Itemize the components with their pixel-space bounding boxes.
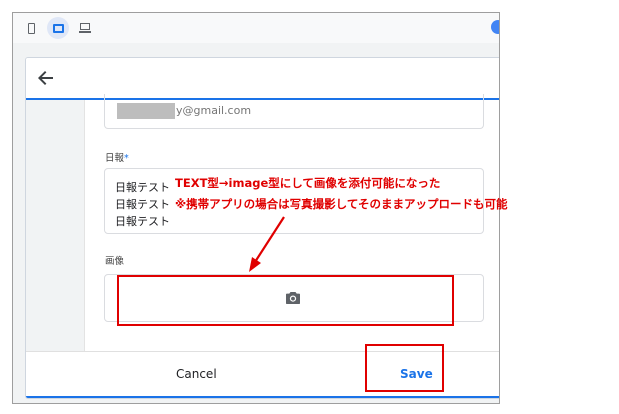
image-label: 画像 xyxy=(105,256,125,267)
annotation-line-1: TEXT型→image型にして画像を添付可能になった xyxy=(175,176,441,190)
laptop-icon xyxy=(79,23,91,33)
redacted-email-block xyxy=(117,103,175,119)
back-button[interactable] xyxy=(34,66,58,90)
phone-view-button[interactable] xyxy=(20,17,42,39)
image-field-highlight xyxy=(117,275,454,326)
nippo-line: 日報テスト xyxy=(115,198,170,211)
email-value: y@gmail.com xyxy=(176,104,252,117)
cancel-button[interactable]: Cancel xyxy=(176,367,217,381)
tablet-icon xyxy=(52,23,64,33)
required-mark: * xyxy=(124,153,129,164)
email-field[interactable]: y@gmail.com xyxy=(104,94,484,129)
device-toolbar xyxy=(13,13,499,43)
back-arrow-icon xyxy=(38,71,53,85)
save-button-highlight xyxy=(365,344,444,392)
toggle-switch[interactable] xyxy=(491,20,499,34)
desktop-view-button[interactable] xyxy=(74,17,96,39)
nippo-line: 日報テスト xyxy=(115,215,170,228)
nippo-label: 日報* xyxy=(105,153,129,164)
tablet-view-button[interactable] xyxy=(47,17,69,39)
nippo-line: 日報テスト xyxy=(115,181,170,194)
annotation-line-2: ※携帯アプリの場合は写真撮影してそのままアップロードも可能 xyxy=(175,197,508,211)
phone-icon xyxy=(27,22,35,34)
